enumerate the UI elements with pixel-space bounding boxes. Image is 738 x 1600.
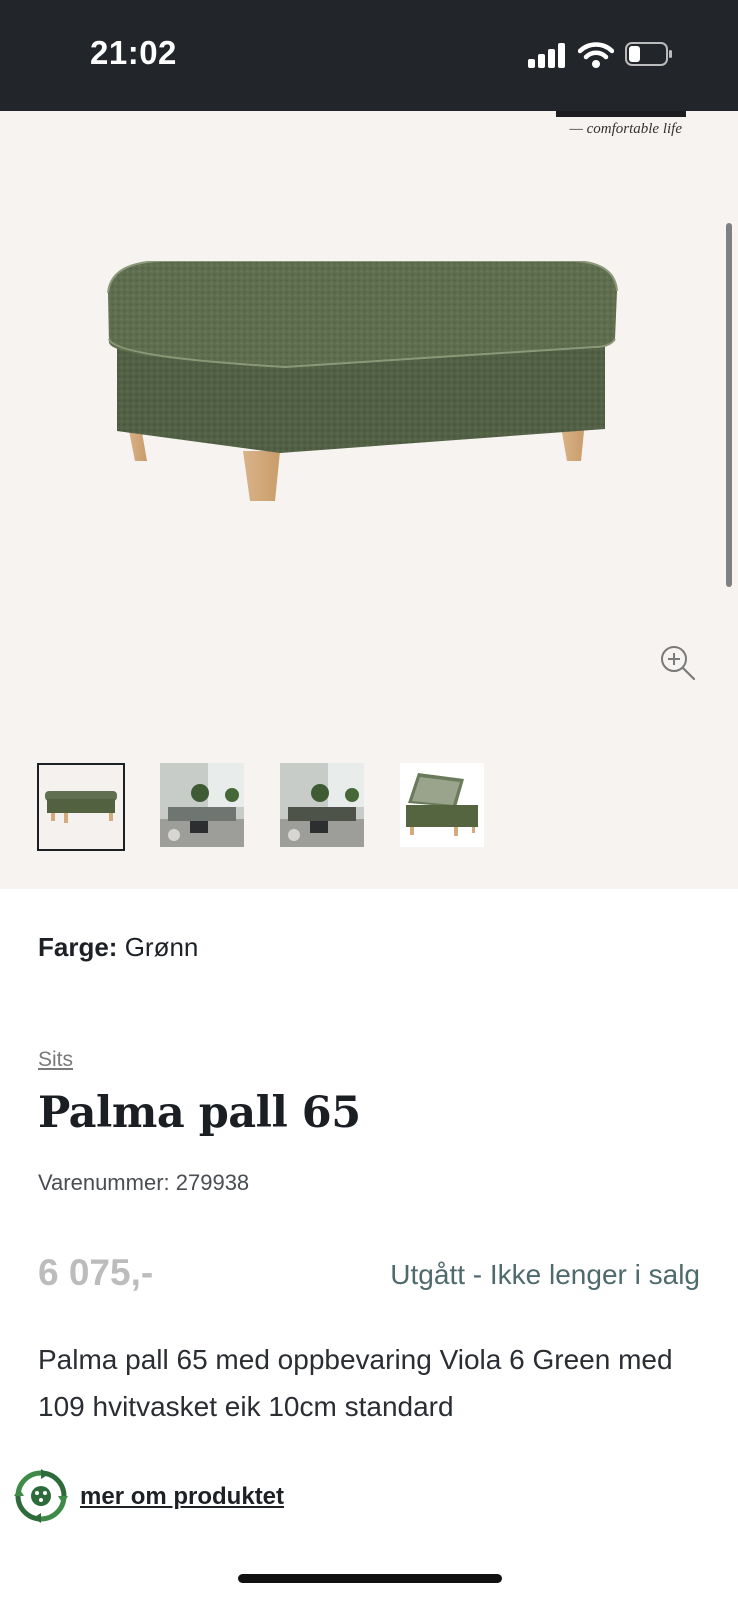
scrollbar[interactable] — [726, 223, 732, 587]
product-image[interactable] — [105, 261, 635, 631]
home-indicator[interactable] — [238, 1574, 502, 1583]
thumbnail-living-room-1[interactable] — [160, 763, 248, 851]
brand-tagline: — comfortable life — [569, 121, 683, 137]
ottoman-open-thumbnail-image — [400, 763, 484, 847]
color-selection: Farge: Grønn — [38, 932, 198, 963]
thumbnail-living-room-2[interactable] — [280, 763, 368, 851]
product-price: 6 075,- — [38, 1252, 154, 1293]
recycle-icon — [14, 1469, 68, 1523]
ottoman-thumbnail-image — [39, 765, 123, 849]
product-description: Palma pall 65 med oppbevaring Viola 6 Gr… — [38, 1344, 673, 1422]
product-sku: Varenummer: 279938 — [38, 1170, 250, 1195]
living-room-thumbnail-image — [280, 763, 364, 847]
thumbnail-ottoman-front[interactable] — [37, 763, 125, 851]
living-room-thumbnail-image — [160, 763, 244, 847]
status-time: 21:02 — [90, 34, 177, 71]
more-about-product-link[interactable]: mer om produktet — [80, 1483, 284, 1511]
status-bar: 21:02 — [0, 0, 738, 111]
thumbnail-ottoman-open-storage[interactable] — [400, 763, 488, 851]
zoom-in-icon[interactable] — [658, 643, 698, 683]
color-label: Farge: — [38, 932, 118, 962]
brand-logo — [556, 111, 686, 117]
product-title: Palma pall 65 — [38, 1088, 361, 1138]
breadcrumb-category-link[interactable]: Sits — [38, 1048, 73, 1072]
color-value: Grønn — [124, 932, 199, 962]
wifi-icon — [578, 42, 614, 68]
availability-status: Utgått - Ikke lenger i salg — [390, 1259, 700, 1290]
product-gallery[interactable]: — comfortable life — [0, 111, 738, 889]
battery-icon — [625, 42, 672, 66]
cellular-signal-icon — [528, 42, 568, 68]
